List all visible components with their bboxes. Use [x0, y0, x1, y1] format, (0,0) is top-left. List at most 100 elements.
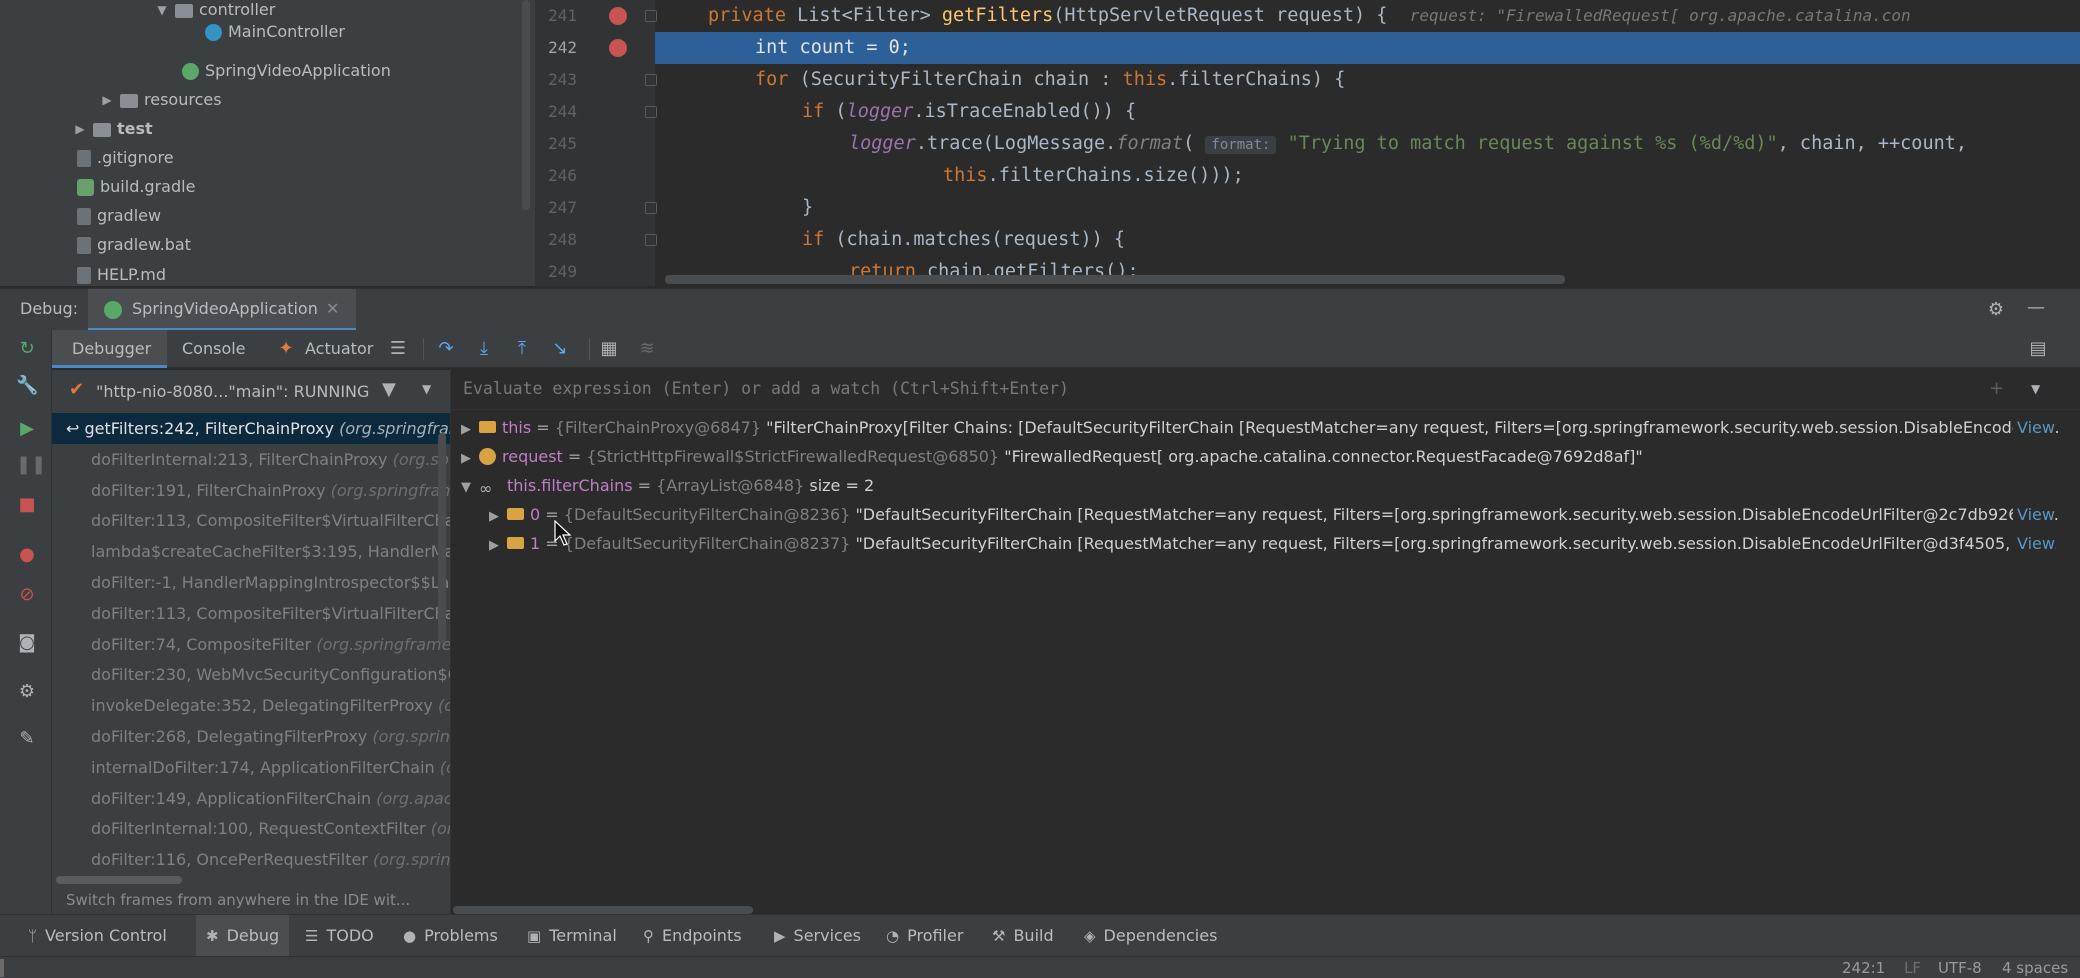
step-out-icon[interactable]: ⤒ — [512, 339, 532, 359]
stack-frame[interactable]: doFilter:113, CompositeFilter$VirtualFil… — [52, 505, 450, 536]
fold-icon[interactable] — [645, 10, 657, 22]
stack-frame[interactable]: doFilter:116, OncePerRequestFilter (org.… — [52, 844, 450, 875]
stack-frame[interactable]: doFilter:230, WebMvcSecurityConfiguratio… — [52, 659, 450, 690]
variable-row-item-1[interactable]: ▶ 1 = {DefaultSecurityFilterChain@8237} "… — [489, 529, 2071, 558]
editor-gutter[interactable]: 241 242 243 244 245 246 247 248 249 — [535, 0, 657, 286]
fold-icon[interactable] — [645, 74, 657, 86]
fold-icon[interactable] — [645, 106, 657, 118]
indent-setting[interactable]: 4 spaces — [2002, 957, 2068, 978]
chevron-right-icon[interactable]: ▶ — [461, 444, 479, 471]
chevron-right-icon[interactable]: ▶ — [73, 115, 87, 143]
variable-row-item-0[interactable]: ▶ 0 = {DefaultSecurityFilterChain@8236} "… — [489, 500, 2071, 529]
stack-frame[interactable]: invokeDelegate:352, DelegatingFilterProx… — [52, 690, 450, 721]
evaluate-table-icon[interactable]: ▦ — [599, 339, 619, 359]
tab-debugger[interactable]: Debugger — [52, 330, 167, 368]
tree-item-gradlew[interactable]: gradlew — [77, 202, 161, 230]
rerun-icon[interactable]: ↻ — [16, 338, 38, 360]
tree-item-maincontroller[interactable]: MainController — [205, 18, 345, 46]
frames-hscroll[interactable] — [52, 873, 450, 887]
chevron-down-icon[interactable]: ▼ — [2031, 382, 2040, 396]
variable-row-request[interactable]: ▶ request = {StrictHttpFirewall$StrictFir… — [461, 442, 2071, 471]
file-encoding[interactable]: UTF-8 — [1938, 957, 1982, 978]
stack-frame[interactable]: doFilterInternal:100, RequestContextFilt… — [52, 813, 450, 844]
gear-icon[interactable]: ⚙ — [1986, 300, 2006, 320]
thread-selector[interactable]: ✔ "http-nio-8080..."main": RUNNING ▼ ▼ — [52, 370, 450, 413]
step-over-icon[interactable]: ↷ — [436, 339, 456, 359]
chevron-down-icon[interactable]: ▼ — [422, 382, 431, 396]
layout-icon[interactable]: ▤ — [2028, 339, 2048, 359]
chevron-down-icon[interactable]: ▼ — [461, 473, 479, 500]
step-into-icon[interactable]: ⤓ — [474, 339, 494, 359]
stack-frame[interactable]: doFilter:74, CompositeFilter (org.spring… — [52, 629, 450, 660]
view-breakpoints-icon[interactable]: ● — [16, 544, 38, 566]
pin-icon[interactable]: ✎ — [16, 728, 38, 750]
chevron-right-icon[interactable]: ▶ — [489, 502, 507, 529]
camera-icon[interactable]: ◙ — [16, 632, 38, 654]
tree-item-gradlew-bat[interactable]: gradlew.bat — [77, 231, 191, 259]
tool-terminal[interactable]: ▣ Terminal — [527, 915, 617, 957]
minimize-icon[interactable]: — — [2026, 298, 2046, 318]
tool-debug[interactable]: ✱ Debug — [196, 915, 290, 957]
frames-vscroll[interactable] — [438, 433, 446, 643]
scrollbar-thumb[interactable] — [56, 876, 182, 884]
stack-frame[interactable]: doFilter:191, FilterChainProxy (org.spri… — [52, 475, 450, 506]
breakpoint-icon[interactable] — [609, 39, 627, 57]
tool-todo[interactable]: ☰ TODO — [305, 915, 374, 957]
run-to-cursor-icon[interactable]: ↘ — [550, 339, 570, 359]
chevron-right-icon[interactable]: ▶ — [100, 86, 114, 114]
filter-icon[interactable]: ▼ — [382, 379, 396, 400]
stack-frame[interactable]: doFilter:113, CompositeFilter$VirtualFil… — [52, 598, 450, 629]
tool-endpoints[interactable]: ⚲ Endpoints — [643, 915, 742, 957]
tool-build[interactable]: ⚒ Build — [992, 915, 1054, 957]
tool-version-control[interactable]: ᛘ Version Control — [28, 915, 167, 957]
variable-row-filterchains[interactable]: ▼ ∞ this.filterChains = {ArrayList@6848} s… — [461, 471, 2071, 500]
vertical-scrollbar[interactable] — [522, 0, 530, 210]
chevron-right-icon[interactable]: ▶ — [461, 415, 479, 442]
tree-item-resources[interactable]: ▶ resources — [100, 86, 221, 114]
stack-frame[interactable]: doFilter:-1, HandlerMappingIntrospector$… — [52, 567, 450, 598]
variables-hscroll[interactable] — [453, 906, 753, 914]
chevron-down-icon[interactable]: ▼ — [155, 0, 169, 24]
menu-icon[interactable]: ☰ — [388, 339, 408, 359]
tree-item-test[interactable]: ▶ test — [73, 115, 152, 143]
fold-icon[interactable] — [645, 202, 657, 214]
wrench-icon[interactable]: 🔧 — [16, 375, 38, 397]
line-separator[interactable]: LF — [1904, 957, 1921, 978]
stop-icon[interactable]: ■ — [16, 494, 38, 516]
fold-icon[interactable] — [645, 234, 657, 246]
add-watch-icon[interactable]: + — [1989, 378, 2004, 399]
cursor-position[interactable]: 242:1 — [1842, 957, 1885, 978]
pause-icon[interactable]: ❚❚ — [16, 454, 46, 476]
frames-list[interactable]: ↩ getFilters:242, FilterChainProxy (org.… — [52, 413, 450, 914]
view-link[interactable]: View — [2013, 413, 2055, 442]
view-link[interactable]: View — [2013, 500, 2055, 529]
settings-icon[interactable]: ⚙ — [16, 681, 38, 703]
view-link[interactable]: View — [2013, 529, 2055, 558]
chevron-right-icon[interactable]: ▶ — [489, 531, 507, 558]
stack-frame[interactable]: lambda$createCacheFilter$3:195, HandlerM… — [52, 536, 450, 567]
tree-item-build-gradle[interactable]: build.gradle — [77, 173, 195, 201]
tool-profiler[interactable]: ◔ Profiler — [886, 915, 963, 957]
stack-frame[interactable]: doFilter:149, ApplicationFilterChain (or… — [52, 783, 450, 814]
tree-item-gitignore[interactable]: .gitignore — [77, 144, 174, 172]
stack-frame[interactable]: internalDoFilter:174, ApplicationFilterC… — [52, 752, 450, 783]
debug-session-tab[interactable]: SpringVideoApplication ✕ — [88, 289, 356, 331]
tab-actuator[interactable]: Actuator — [305, 330, 373, 368]
stack-frame[interactable]: ↩ getFilters:242, FilterChainProxy (org.… — [52, 413, 450, 444]
watch-input[interactable]: Evaluate expression (Enter) or add a wat… — [451, 368, 2080, 410]
stack-frame[interactable]: doFilter:268, DelegatingFilterProxy (org… — [52, 721, 450, 752]
mute-breakpoints-icon[interactable]: ⊘ — [16, 584, 38, 606]
tree-item-springvideoapplication[interactable]: SpringVideoApplication — [182, 57, 391, 85]
resume-icon[interactable]: ▶ — [16, 418, 38, 440]
trace-icon[interactable]: ≋ — [637, 339, 657, 359]
variables-panel[interactable]: Evaluate expression (Enter) or add a wat… — [450, 368, 2080, 914]
stack-frame[interactable]: doFilterInternal:213, FilterChainProxy (… — [52, 444, 450, 475]
close-icon[interactable]: ✕ — [326, 289, 339, 329]
code-editor[interactable]: 241 242 243 244 245 246 247 248 249 priv… — [535, 0, 2080, 286]
breakpoint-icon[interactable] — [609, 7, 627, 25]
variable-row-this[interactable]: ▶ this = {FilterChainProxy@6847} "FilterC… — [461, 413, 2071, 442]
tool-problems[interactable]: ● Problems — [403, 915, 498, 957]
tab-console[interactable]: Console — [182, 330, 246, 368]
tool-services[interactable]: ▶ Services — [774, 915, 861, 957]
tree-item-help-md[interactable]: HELP.md — [77, 261, 166, 286]
